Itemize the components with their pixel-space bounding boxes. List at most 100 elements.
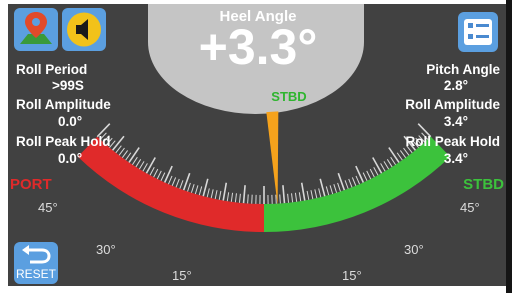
roll-peak-hold-label: Roll Peak Hold bbox=[16, 134, 111, 149]
right-roll-amplitude-label: Roll Amplitude bbox=[405, 97, 500, 112]
reset-button[interactable]: RESET bbox=[14, 242, 58, 284]
scale-tick bbox=[230, 192, 234, 202]
scale-tick bbox=[306, 190, 310, 200]
scale-tick bbox=[167, 175, 173, 185]
scale-tick bbox=[329, 185, 334, 195]
pitch-angle-value: 2.8° bbox=[443, 78, 468, 93]
scale-tick bbox=[132, 156, 138, 165]
scale-tick bbox=[380, 163, 386, 172]
scale-tick bbox=[242, 185, 246, 204]
tick-label-left-45: 45° bbox=[38, 200, 58, 215]
scale-tick bbox=[386, 159, 393, 168]
scale-tick bbox=[190, 184, 195, 193]
scale-tick bbox=[187, 182, 191, 192]
heel-arc bbox=[77, 136, 451, 232]
scale-tick bbox=[142, 163, 148, 172]
heel-side-indicator: STBD bbox=[271, 89, 307, 104]
scale-tick bbox=[125, 152, 132, 161]
scale-tick bbox=[194, 185, 199, 195]
scale-tick bbox=[226, 192, 230, 202]
roll-peak-hold-value: 0.0° bbox=[58, 151, 83, 166]
port-label: PORT bbox=[10, 176, 52, 193]
list-menu-icon bbox=[464, 19, 492, 45]
map-button[interactable] bbox=[14, 8, 58, 51]
tick-label-right-30: 30° bbox=[404, 242, 424, 257]
scale-tick bbox=[333, 184, 338, 193]
map-pin-icon bbox=[20, 12, 52, 44]
scale-tick bbox=[287, 193, 290, 203]
tick-label-right-45: 45° bbox=[460, 200, 480, 215]
scale-tick bbox=[373, 167, 379, 176]
undo-arrow-icon bbox=[22, 245, 51, 264]
scale-tick bbox=[355, 165, 365, 183]
scale-tick bbox=[171, 177, 177, 186]
right-roll-peak-hold-value: 3.4° bbox=[443, 151, 468, 166]
scale-tick bbox=[399, 150, 407, 159]
scale-tick bbox=[153, 168, 159, 178]
scale-tick bbox=[318, 188, 322, 198]
scale-tick bbox=[362, 172, 368, 181]
scale-tick bbox=[179, 180, 184, 189]
scale-tick bbox=[111, 135, 125, 151]
scale-tick bbox=[319, 178, 326, 197]
speaker-icon bbox=[67, 12, 101, 47]
roll-period-label: Roll Period bbox=[16, 62, 88, 77]
roll-period-value: >99S bbox=[52, 78, 84, 93]
scale-tick bbox=[175, 178, 180, 188]
scale-tick bbox=[351, 177, 357, 186]
right-roll-amplitude-value: 3.4° bbox=[443, 114, 468, 129]
scale-tick bbox=[198, 186, 203, 196]
sound-button[interactable] bbox=[62, 8, 106, 51]
roll-amplitude-label: Roll Amplitude bbox=[16, 97, 111, 112]
scale-tick bbox=[372, 157, 383, 174]
scale-tick bbox=[294, 192, 298, 202]
reset-label: RESET bbox=[15, 267, 56, 281]
scale-tick bbox=[238, 193, 241, 203]
scale-tick bbox=[396, 152, 403, 161]
scale-tick bbox=[234, 193, 237, 203]
scale-tick bbox=[282, 185, 286, 204]
scale-tick bbox=[383, 161, 390, 170]
scale-tick bbox=[366, 170, 372, 180]
scale-tick bbox=[300, 182, 306, 201]
scale-tick bbox=[206, 188, 210, 198]
scale-tick bbox=[202, 178, 209, 197]
scale-tick bbox=[337, 182, 341, 192]
scale-tick bbox=[118, 147, 125, 156]
scale-tick bbox=[145, 157, 156, 174]
scale-tick bbox=[160, 172, 166, 181]
scale-tick bbox=[403, 147, 410, 156]
scale-tick bbox=[390, 156, 396, 165]
heel-needle bbox=[266, 111, 279, 206]
tick-label-right-15: 15° bbox=[342, 268, 362, 283]
scale-tick bbox=[247, 194, 249, 204]
scale-tick bbox=[369, 168, 375, 178]
scale-tick bbox=[222, 182, 228, 201]
heel-angle-value: +3.3° bbox=[198, 19, 318, 75]
scale-tick bbox=[128, 147, 140, 163]
scale-tick bbox=[314, 189, 318, 199]
roll-amplitude-value: 0.0° bbox=[58, 114, 83, 129]
scale-tick bbox=[218, 190, 222, 200]
scale-tick bbox=[355, 175, 361, 185]
scale-tick bbox=[348, 178, 353, 188]
stbd-arc bbox=[264, 136, 451, 232]
scale-tick bbox=[344, 180, 349, 189]
scale-tick bbox=[163, 165, 173, 183]
heel-gauge-screen: Heel Angle +3.3° STBD Roll Period >99S R… bbox=[8, 4, 506, 286]
menu-button[interactable] bbox=[458, 12, 498, 52]
pitch-angle-label: Pitch Angle bbox=[426, 62, 500, 77]
tick-label-left-30: 30° bbox=[96, 242, 116, 257]
port-arc bbox=[77, 136, 264, 232]
scale-tick bbox=[279, 194, 281, 204]
scale-tick bbox=[310, 190, 314, 200]
scale-tick bbox=[325, 186, 330, 196]
right-roll-peak-hold-label: Roll Peak Hold bbox=[405, 134, 500, 149]
scale-tick bbox=[210, 189, 214, 199]
stbd-label: STBD bbox=[463, 176, 504, 193]
scale-tick bbox=[156, 170, 162, 180]
scale-tick bbox=[115, 145, 122, 154]
scale-tick bbox=[135, 159, 142, 168]
scale-tick bbox=[214, 190, 218, 200]
device-bezel bbox=[506, 0, 512, 293]
